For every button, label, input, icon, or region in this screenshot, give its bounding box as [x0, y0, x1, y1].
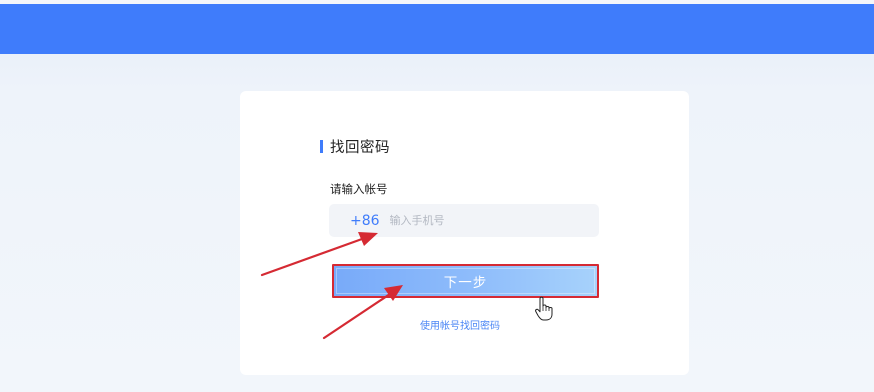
password-recovery-card: 找回密码 请输入帐号 +86 下一步 使用帐号找回密码: [240, 91, 689, 375]
phone-field[interactable]: +86: [329, 204, 599, 237]
account-label: 请输入帐号: [330, 182, 388, 196]
country-code-selector[interactable]: +86: [350, 213, 380, 229]
button-inner-border: [336, 268, 595, 294]
title-text: 找回密码: [330, 139, 390, 156]
phone-input[interactable]: [389, 208, 570, 233]
next-step-button[interactable]: 下一步: [332, 264, 599, 298]
page-title: 找回密码: [320, 137, 390, 156]
title-accent-bar: [320, 139, 323, 153]
top-banner: [0, 0, 874, 54]
recover-by-account-link[interactable]: 使用帐号找回密码: [420, 317, 500, 332]
window-top-edge: [0, 0, 874, 4]
